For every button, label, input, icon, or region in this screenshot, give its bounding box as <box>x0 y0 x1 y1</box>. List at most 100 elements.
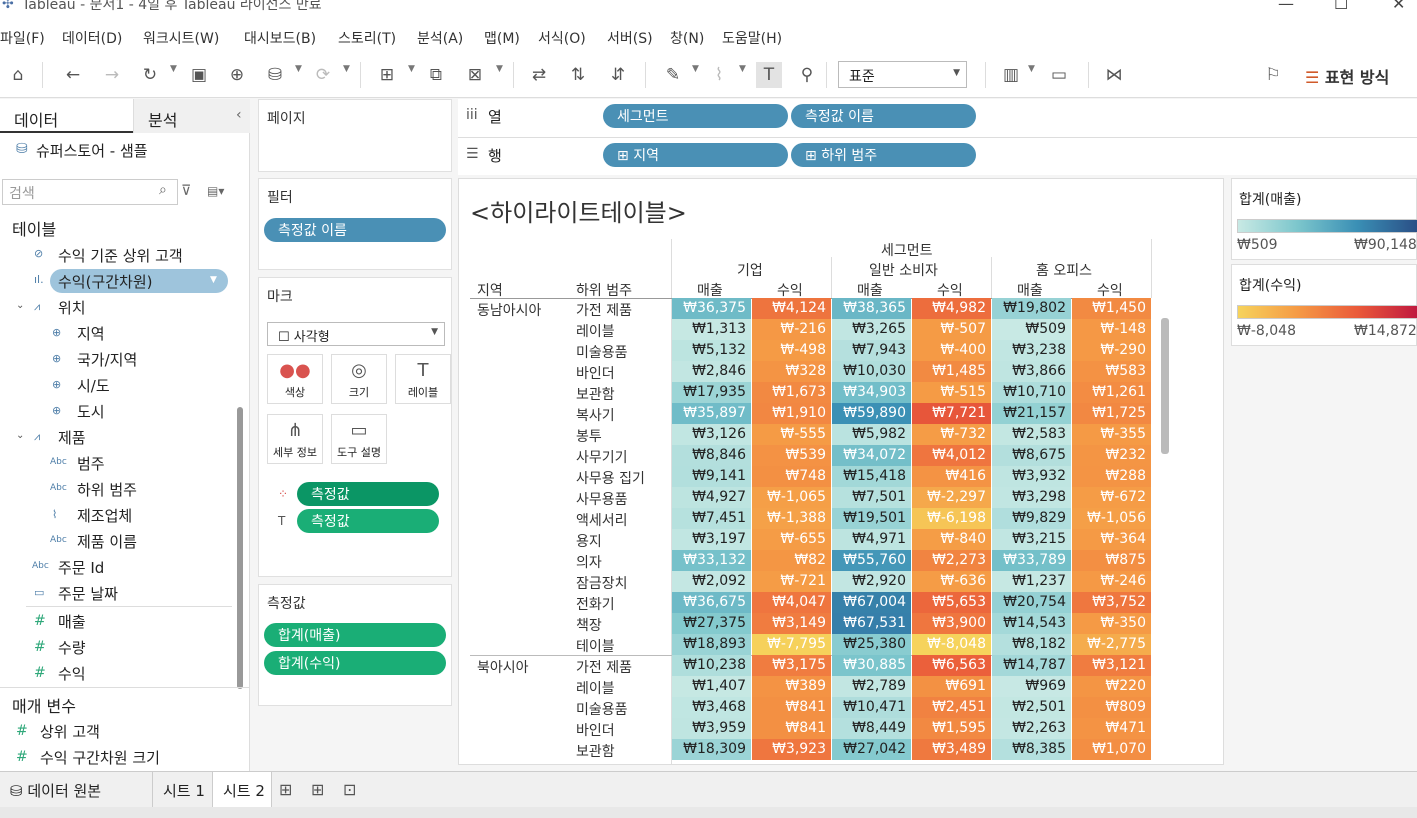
tab-sheet-1[interactable]: 시트 1 <box>152 772 212 808</box>
menu-analysis[interactable]: 분석(A) <box>417 28 463 48</box>
field-region[interactable]: 지역 <box>77 323 105 344</box>
close-icon[interactable]: ✕ <box>1392 0 1405 13</box>
maximize-icon[interactable]: ☐ <box>1334 0 1348 13</box>
size-button[interactable]: ◎ 크기 <box>331 354 387 404</box>
pages-shelf[interactable]: 페이지 <box>258 99 452 172</box>
new-worksheet-icon[interactable]: ⊞ <box>374 62 400 88</box>
menu-window[interactable]: 창(N) <box>670 28 704 48</box>
minimize-icon[interactable]: — <box>1278 0 1294 13</box>
collapse-pane-icon[interactable]: ‹ <box>236 107 242 123</box>
view-options-icon[interactable]: ▤▾ <box>207 184 224 198</box>
datasource-name[interactable]: 슈퍼스토어 - 샘플 <box>36 140 148 161</box>
new-dashboard-icon[interactable]: ⊞ <box>311 780 324 799</box>
menu-server[interactable]: 서버(S) <box>607 28 653 48</box>
pause-updates-icon[interactable]: ⛁ <box>262 62 288 88</box>
chevron-down-icon[interactable]: ▼ <box>496 64 503 74</box>
menu-map[interactable]: 맵(M) <box>484 28 520 48</box>
menu-file[interactable]: 파일(F) <box>0 28 45 48</box>
chevron-down-icon[interactable]: ▼ <box>408 64 415 74</box>
menu-format[interactable]: 서식(O) <box>538 28 586 48</box>
legend-profit[interactable]: 합계(수익) ₩-8,048 ₩14,872 <box>1231 264 1417 346</box>
field-city[interactable]: 도시 <box>77 401 105 422</box>
show-me-button[interactable]: ☰ 표현 방식 <box>1305 64 1389 88</box>
field-order-id[interactable]: 주문 Id <box>58 557 104 578</box>
save-icon[interactable]: ▣ <box>186 62 212 88</box>
field-country[interactable]: 국가/지역 <box>77 349 137 370</box>
tooltip-button[interactable]: ▭ 도구 설명 <box>331 414 387 464</box>
field-top-customers[interactable]: 수익 기준 상위 고객 <box>58 245 183 266</box>
marks-pill-measure-values-color[interactable]: 측정값 <box>297 482 439 506</box>
menu-help[interactable]: 도움말(H) <box>722 28 782 48</box>
clear-sheet-icon[interactable]: ⊠ <box>462 62 488 88</box>
new-datasource-icon[interactable]: ⊕ <box>224 62 250 88</box>
field-manufacturer[interactable]: 제조업체 <box>77 505 132 526</box>
field-location[interactable]: 위치 <box>58 297 86 318</box>
tab-data[interactable]: 데이터 <box>0 99 133 133</box>
tab-analysis[interactable]: 분석 <box>133 99 250 133</box>
field-quantity[interactable]: 수량 <box>58 637 86 658</box>
filters-shelf[interactable]: 필터 측정값 이름 <box>258 178 452 270</box>
format-paint-icon[interactable]: ⚐ <box>1260 62 1286 88</box>
column-pill-segment[interactable]: 세그먼트 <box>603 104 788 128</box>
new-story-icon[interactable]: ⊡ <box>343 780 356 799</box>
field-order-date[interactable]: 주문 날짜 <box>58 583 118 604</box>
menu-dashboard[interactable]: 대시보드(B) <box>244 28 316 48</box>
swap-rows-columns-icon[interactable]: ⇄ <box>526 62 552 88</box>
field-sales[interactable]: 매출 <box>58 611 86 632</box>
fit-select[interactable]: 표준 ▼ <box>838 61 967 88</box>
measure-values-shelf[interactable]: 측정값 합계(매출) 합계(수익) <box>258 584 452 706</box>
tab-data-source[interactable]: ⛁ 데이터 원본 <box>0 772 150 808</box>
home-icon[interactable]: ⌂ <box>5 62 31 88</box>
measure-pill-sales[interactable]: 합계(매출) <box>264 623 446 647</box>
data-pane-scrollbar[interactable] <box>237 407 243 689</box>
measure-pill-profit[interactable]: 합계(수익) <box>264 651 446 675</box>
sort-descending-icon[interactable]: ⇵ <box>605 62 631 88</box>
row-pill-subcategory[interactable]: ⊞ 하위 범주 <box>791 143 976 167</box>
param-profit-bin-size[interactable]: 수익 구간차원 크기 <box>40 747 160 768</box>
field-product[interactable]: 제품 <box>58 427 86 448</box>
menu-worksheet[interactable]: 워크시트(W) <box>143 28 219 48</box>
label-button[interactable]: T 레이블 <box>395 354 451 404</box>
expand-icon[interactable]: ⌄ <box>16 300 24 311</box>
field-profit-bin[interactable]: 수익(구간차원) <box>58 271 153 292</box>
chevron-down-icon[interactable]: ▼ <box>692 64 699 74</box>
redo-icon[interactable]: ↻ <box>137 62 163 88</box>
chevron-down-icon[interactable]: ▼ <box>210 275 217 285</box>
marks-pill-measure-values-label[interactable]: 측정값 <box>297 509 439 533</box>
filter-pill-measure-names[interactable]: 측정값 이름 <box>264 218 446 242</box>
cards-icon[interactable]: ▥ <box>998 62 1024 88</box>
chevron-down-icon[interactable]: ▼ <box>295 64 302 74</box>
field-subcategory[interactable]: 하위 범주 <box>77 479 137 500</box>
detail-button[interactable]: ⋔ 세부 정보 <box>267 414 323 464</box>
show-mark-labels-icon[interactable]: T <box>756 62 782 88</box>
chevron-down-icon[interactable]: ▼ <box>170 64 177 74</box>
highlight-icon[interactable]: ✎ <box>660 62 686 88</box>
share-icon[interactable]: ⋈ <box>1101 62 1127 88</box>
filter-icon[interactable]: ⊽ <box>181 183 191 199</box>
color-button[interactable]: ●● 색상 <box>267 354 323 404</box>
tab-sheet-2[interactable]: 시트 2 <box>212 772 272 808</box>
back-icon[interactable]: ← <box>60 62 86 88</box>
menu-data[interactable]: 데이터(D) <box>62 28 122 48</box>
chevron-down-icon[interactable]: ▼ <box>343 64 350 74</box>
field-state[interactable]: 시/도 <box>77 375 110 396</box>
refresh-icon[interactable]: ⟳ <box>310 62 336 88</box>
presentation-mode-icon[interactable]: ▭ <box>1046 62 1072 88</box>
field-profit[interactable]: 수익 <box>58 663 86 684</box>
field-category[interactable]: 범주 <box>77 453 105 474</box>
group-members-icon[interactable]: ⌇ <box>706 62 732 88</box>
new-worksheet-icon[interactable]: ⊞ <box>279 780 292 799</box>
expand-icon[interactable]: ⌄ <box>16 430 24 441</box>
viz-vertical-scrollbar[interactable] <box>1161 318 1169 454</box>
chevron-down-icon[interactable]: ▼ <box>739 64 746 74</box>
sort-ascending-icon[interactable]: ⇅ <box>565 62 591 88</box>
menu-story[interactable]: 스토리(T) <box>338 28 396 48</box>
chevron-down-icon[interactable]: ▼ <box>1028 64 1035 74</box>
field-product-name[interactable]: 제품 이름 <box>77 531 137 552</box>
column-pill-measure-names[interactable]: 측정값 이름 <box>791 104 976 128</box>
search-input[interactable]: 검색 ⌕ <box>2 179 178 205</box>
legend-sales[interactable]: 합계(매출) ₩509 ₩90,148 <box>1231 178 1417 260</box>
row-pill-region[interactable]: ⊞ 지역 <box>603 143 788 167</box>
param-top-customers[interactable]: 상위 고객 <box>40 721 100 742</box>
forward-icon[interactable]: → <box>99 62 125 88</box>
